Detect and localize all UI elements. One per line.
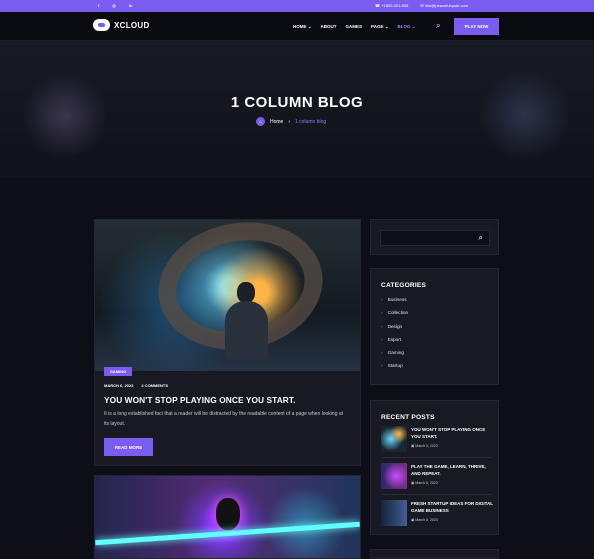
contact-info: ☎ +1800-001-658 ✉ info@peacefulqode.com bbox=[375, 3, 468, 8]
post-date: MARCH 6, 2023 bbox=[104, 383, 134, 388]
recent-post-item[interactable]: YOU WON'T STOP PLAYING ONCE YOU START. ▣… bbox=[381, 426, 493, 454]
gaming-helmet bbox=[216, 498, 240, 530]
vr-headset-head bbox=[237, 282, 255, 303]
logo[interactable]: XCLOUD bbox=[93, 19, 150, 31]
gamepad-logo-icon bbox=[93, 19, 110, 31]
top-bar: f ◎ in ☎ +1800-001-658 ✉ info@peacefulqo… bbox=[0, 0, 594, 12]
recent-post-thumbnail[interactable] bbox=[381, 426, 407, 452]
category-collection[interactable]: Collection bbox=[381, 310, 409, 323]
linkedin-icon[interactable]: in bbox=[129, 3, 133, 8]
categories-title: CATEGORIES bbox=[381, 282, 427, 289]
search-input[interactable]: ⌕ bbox=[380, 230, 490, 246]
vr-player-figure bbox=[224, 282, 269, 360]
facebook-icon[interactable]: f bbox=[98, 3, 99, 8]
post-meta: MARCH 6, 2023 2 COMMENTS bbox=[104, 383, 168, 388]
recent-post-title[interactable]: PLAY THE GAME, LEARN, THRIVE, AND REPEAT… bbox=[411, 463, 493, 477]
blog-post-card: GAMING MARCH 6, 2023 2 COMMENTS YOU WON'… bbox=[94, 219, 361, 466]
search-icon[interactable]: ⌕ bbox=[479, 233, 483, 243]
category-business[interactable]: Business bbox=[381, 297, 408, 310]
breadcrumb-home[interactable]: Home bbox=[270, 119, 283, 125]
category-design[interactable]: Design bbox=[381, 324, 408, 337]
site-header: XCLOUD HOME ⌄ ABOUT GAMES PAGE ⌄ BLOG ⌄ … bbox=[0, 12, 594, 41]
recent-post-title[interactable]: YOU WON'T STOP PLAYING ONCE YOU START. bbox=[411, 426, 493, 440]
play-now-button[interactable]: PLAY NOW bbox=[454, 18, 499, 35]
recent-post-item[interactable]: FRESH STARTUP IDEAS FOR DIGITAL GAME BUS… bbox=[381, 500, 493, 528]
categories-widget: CATEGORIES Business Collection Design Es… bbox=[370, 268, 499, 385]
page-title: 1 COLUMN BLOG bbox=[230, 94, 364, 111]
nav-page[interactable]: PAGE ⌄ bbox=[371, 24, 388, 30]
breadcrumb: ⌂ Home › 1 column blog bbox=[256, 117, 326, 126]
category-list: Business Collection Design Esport Gaming… bbox=[381, 297, 409, 377]
main-navigation: HOME ⌄ ABOUT GAMES PAGE ⌄ BLOG ⌄ ⌕ bbox=[293, 21, 440, 30]
breadcrumb-separator: › bbox=[288, 118, 291, 125]
logo-text: XCLOUD bbox=[114, 20, 150, 30]
recent-post-date: ▣ March 5, 2023 bbox=[411, 518, 438, 522]
sidebar-search-widget: ⌕ bbox=[370, 219, 499, 255]
recent-posts-widget: RECENT POSTS YOU WON'T STOP PLAYING ONCE… bbox=[370, 400, 499, 535]
email-contact[interactable]: ✉ info@peacefulqode.com bbox=[420, 3, 468, 8]
nav-home[interactable]: HOME ⌄ bbox=[293, 24, 312, 30]
vr-gamer-image[interactable] bbox=[95, 220, 360, 371]
recent-post-divider bbox=[381, 457, 492, 458]
category-gaming[interactable]: Gaming bbox=[381, 350, 408, 363]
next-sidebar-widget bbox=[370, 549, 499, 559]
player-body bbox=[225, 301, 268, 360]
category-esport[interactable]: Esport bbox=[381, 337, 408, 350]
search-icon[interactable]: ⌕ bbox=[436, 21, 440, 31]
recent-posts-title: RECENT POSTS bbox=[381, 414, 435, 421]
read-more-button[interactable]: READ MORE bbox=[104, 438, 153, 456]
social-links: f ◎ in bbox=[98, 3, 132, 8]
recent-post-thumbnail[interactable] bbox=[381, 500, 407, 526]
nav-about[interactable]: ABOUT bbox=[321, 24, 337, 30]
blog-post-card-preview[interactable] bbox=[94, 475, 361, 559]
breadcrumb-current: 1 column blog bbox=[295, 118, 327, 125]
home-icon[interactable]: ⌂ bbox=[256, 117, 265, 126]
recent-post-date: ▣ March 5, 2023 bbox=[411, 444, 438, 448]
page-hero: 1 COLUMN BLOG ⌂ Home › 1 column blog bbox=[0, 41, 594, 178]
category-badge[interactable]: GAMING bbox=[104, 367, 132, 376]
phone-contact[interactable]: ☎ +1800-001-658 bbox=[375, 3, 408, 8]
email-address: info@peacefulqode.com bbox=[424, 3, 469, 8]
recent-post-title[interactable]: FRESH STARTUP IDEAS FOR DIGITAL GAME BUS… bbox=[411, 500, 493, 514]
nav-games[interactable]: GAMES bbox=[346, 24, 363, 30]
phone-number: +1800-001-658 bbox=[381, 3, 409, 8]
post-excerpt: It is a long established fact that a rea… bbox=[104, 411, 344, 427]
instagram-icon[interactable]: ◎ bbox=[112, 3, 116, 8]
recent-post-item[interactable]: PLAY THE GAME, LEARN, THRIVE, AND REPEAT… bbox=[381, 463, 493, 491]
recent-post-date: ▣ March 5, 2023 bbox=[411, 481, 438, 485]
post-title[interactable]: YOU WON'T STOP PLAYING ONCE YOU START. bbox=[104, 395, 296, 405]
recent-post-divider bbox=[381, 494, 492, 495]
category-startup[interactable]: Startup bbox=[381, 363, 408, 376]
recent-post-thumbnail[interactable] bbox=[381, 463, 407, 489]
nav-blog[interactable]: BLOG ⌄ bbox=[398, 24, 416, 30]
post-comments[interactable]: 2 COMMENTS bbox=[141, 383, 168, 388]
